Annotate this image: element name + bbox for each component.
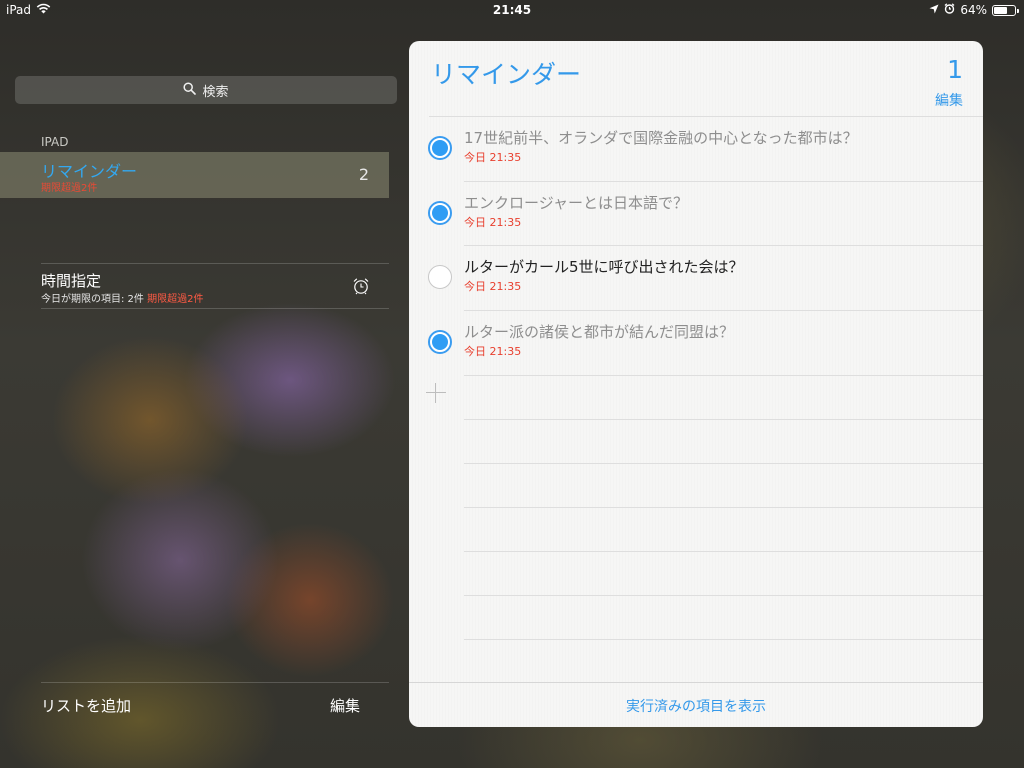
scheduled-title: 時間指定 xyxy=(41,272,102,290)
sidebar-edit-button[interactable]: 編集 xyxy=(330,695,360,716)
battery-percent: 64% xyxy=(960,3,987,17)
task-due: 今日 21:35 xyxy=(464,345,522,358)
task-checkbox[interactable] xyxy=(428,265,452,289)
divider xyxy=(464,375,983,376)
scheduled-subtitle: 今日が期限の項目: 2件 期限超過2件 xyxy=(41,290,203,305)
task-row[interactable]: ルター派の諸侯と都市が結んだ同盟は？ 今日 21:35 xyxy=(409,311,983,375)
divider xyxy=(464,639,983,640)
task-text: エンクロージャーとは日本語で？ xyxy=(464,194,688,212)
sidebar-list-reminders[interactable]: リマインダー 期限超過2件 2 xyxy=(0,152,389,198)
sidebar-item-scheduled[interactable]: 時間指定 今日が期限の項目: 2件 期限超過2件 xyxy=(0,264,389,308)
add-list-button[interactable]: リストを追加 xyxy=(41,695,131,716)
section-header-ipad: IPAD xyxy=(41,135,69,149)
search-input[interactable]: 検索 xyxy=(15,76,397,104)
status-bar: iPad 21:45 64% xyxy=(0,0,1024,20)
alarm-clock-icon xyxy=(352,277,370,299)
task-count: 1 xyxy=(947,55,963,84)
status-time: 21:45 xyxy=(492,3,532,17)
divider xyxy=(464,507,983,508)
list-count: 2 xyxy=(358,165,369,184)
reminder-list-panel: リマインダー 1 編集 17世紀前半、オランダで国際金融の中心となった都市は？ … xyxy=(409,41,983,727)
search-icon xyxy=(183,81,197,99)
divider xyxy=(41,308,389,309)
divider xyxy=(464,595,983,596)
task-row[interactable]: エンクロージャーとは日本語で？ 今日 21:35 xyxy=(409,182,983,246)
list-overdue-text: 期限超過2件 xyxy=(41,183,98,194)
task-due: 今日 21:35 xyxy=(464,280,522,293)
task-row[interactable]: 17世紀前半、オランダで国際金融の中心となった都市は？ 今日 21:35 xyxy=(409,117,983,181)
task-due: 今日 21:35 xyxy=(464,216,522,229)
task-text: ルター派の諸侯と都市が結んだ同盟は？ xyxy=(464,323,735,341)
task-text: 17世紀前半、オランダで国際金融の中心となった都市は？ xyxy=(464,129,858,147)
task-checkbox[interactable] xyxy=(428,201,452,225)
panel-edit-button[interactable]: 編集 xyxy=(935,90,963,110)
task-checkbox[interactable] xyxy=(428,136,452,160)
divider xyxy=(464,419,983,420)
divider xyxy=(41,682,389,683)
location-arrow-icon xyxy=(929,3,939,17)
show-completed-button[interactable]: 実行済みの項目を表示 xyxy=(409,696,983,716)
alarm-status-icon xyxy=(944,3,955,17)
page-title: リマインダー xyxy=(431,60,582,89)
divider xyxy=(464,551,983,552)
search-placeholder: 検索 xyxy=(202,84,229,100)
scheduled-due-today: 今日が期限の項目: 2件 xyxy=(41,294,144,305)
divider xyxy=(464,463,983,464)
task-row[interactable]: ルターがカール5世に呼び出された会は？ 今日 21:35 xyxy=(409,246,983,310)
plus-icon[interactable] xyxy=(426,383,446,403)
battery-icon xyxy=(992,4,1019,16)
task-checkbox[interactable] xyxy=(428,330,452,354)
task-due: 今日 21:35 xyxy=(464,151,522,164)
divider xyxy=(409,682,983,683)
scheduled-overdue: 期限超過2件 xyxy=(147,294,204,305)
task-text: ルターがカール5世に呼び出された会は？ xyxy=(464,258,744,276)
